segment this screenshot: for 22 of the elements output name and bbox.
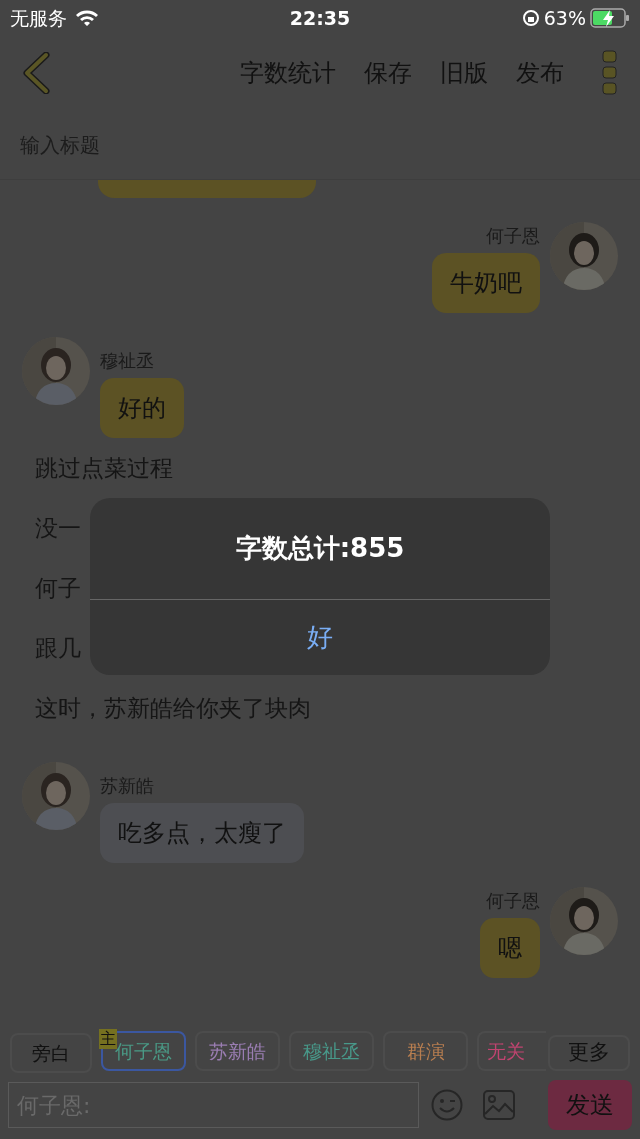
more-menu-icon[interactable] xyxy=(602,50,618,96)
message-bubble: 嗯 xyxy=(480,918,540,978)
battery-icon xyxy=(590,8,630,28)
role-chip[interactable]: 群演 xyxy=(383,1031,468,1071)
send-button[interactable]: 发送 xyxy=(548,1080,632,1130)
wifi-icon xyxy=(75,9,99,27)
ok-button[interactable]: 好 xyxy=(90,600,550,675)
image-icon[interactable] xyxy=(483,1090,515,1120)
dialog-title: 字数总计:855 xyxy=(235,532,405,565)
clock-time: 22:35 xyxy=(289,6,351,29)
rotation-lock-icon xyxy=(521,9,540,27)
back-icon[interactable] xyxy=(22,52,50,94)
battery-percent: 63% xyxy=(543,5,586,31)
message-bubble: 好的 xyxy=(100,378,184,438)
role-chip[interactable]: 无关 xyxy=(477,1031,546,1071)
emoji-icon[interactable] xyxy=(431,1089,463,1121)
role-chip[interactable]: 苏新皓 xyxy=(195,1031,280,1071)
main-badge: 主 xyxy=(99,1029,117,1049)
role-chip[interactable]: 穆祉丞 xyxy=(289,1031,374,1071)
carrier-text: 无服务 xyxy=(10,5,67,31)
message-bubble: 吃多点，太瘦了 xyxy=(100,803,304,863)
message-bubble: 牛奶吧 xyxy=(432,253,540,313)
